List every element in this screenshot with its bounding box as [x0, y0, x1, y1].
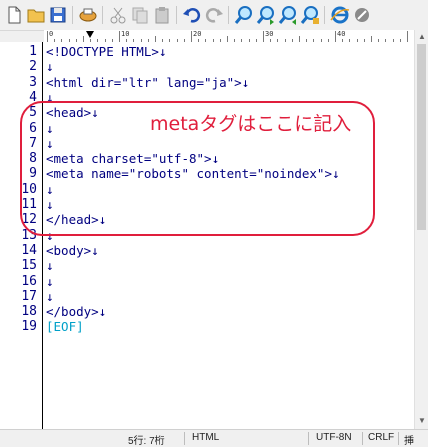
line-number: 14 [21, 242, 37, 258]
replace-icon[interactable] [300, 5, 320, 25]
line-number: 18 [21, 304, 37, 320]
scroll-up-icon[interactable]: ▲ [418, 32, 426, 41]
code-line[interactable]: ↓ [46, 258, 54, 273]
ruler-tick [335, 31, 336, 42]
code-line[interactable]: ↓ [46, 59, 54, 74]
line-number: 17 [21, 288, 37, 304]
search-prev-icon[interactable] [278, 5, 298, 25]
ruler-tick [47, 31, 48, 42]
code-line[interactable]: ↓ [46, 274, 54, 289]
open-folder-icon[interactable] [26, 5, 46, 25]
ruler-tick [263, 31, 264, 42]
code-line[interactable]: <html dir="ltr" lang="ja">↓ [46, 75, 249, 90]
ruler-tick [119, 31, 120, 42]
line-number: 19 [21, 319, 37, 335]
code-line[interactable]: ↓ [46, 289, 54, 304]
line-number: 16 [21, 273, 37, 289]
insert-mode[interactable]: 挿 [404, 432, 414, 447]
eof-marker[interactable]: [EOF] [46, 319, 84, 334]
cursor-position: 5行: 7桁 [128, 436, 165, 447]
undo-icon[interactable] [182, 5, 202, 25]
encoding[interactable]: UTF-8N [316, 432, 352, 443]
paste-icon[interactable] [152, 5, 172, 25]
ruler-label: 0 [49, 30, 54, 38]
status-bar: 5行: 7桁 HTML UTF-8N CRLF 挿 [0, 429, 428, 447]
ruler-label: 30 [265, 30, 274, 38]
ruler-label: 40 [337, 30, 346, 38]
settings-icon[interactable] [352, 5, 372, 25]
toolbar [0, 0, 428, 31]
browser-icon[interactable] [330, 5, 350, 25]
line-number: 2 [29, 59, 37, 75]
redo-icon[interactable] [204, 5, 224, 25]
newline-type[interactable]: CRLF [368, 432, 394, 443]
line-number: 1 [29, 44, 37, 59]
save-icon[interactable] [48, 5, 68, 25]
code-line[interactable]: <body>↓ [46, 243, 99, 258]
scroll-down-icon[interactable]: ▼ [418, 416, 426, 425]
search-icon[interactable] [234, 5, 254, 25]
annotation-label: metaタグはここに記入 [150, 113, 352, 135]
line-number-gutter: 1 2 3 4 5 6 7 8 9 10 11 12 13 14 15 16 17 18 19 [0, 42, 42, 429]
line-number: 15 [21, 258, 37, 274]
file-mode[interactable]: HTML [192, 432, 219, 443]
new-file-icon[interactable] [4, 5, 24, 25]
ruler-tick [407, 31, 408, 42]
print-icon[interactable] [78, 5, 98, 25]
ruler-tick [191, 31, 192, 42]
copy-icon[interactable] [130, 5, 150, 25]
cut-icon[interactable] [108, 5, 128, 25]
search-next-icon[interactable] [256, 5, 276, 25]
code-line[interactable]: </body>↓ [46, 304, 106, 319]
code-line[interactable]: <!DOCTYPE HTML>↓ [46, 44, 166, 59]
vertical-scrollbar[interactable]: ▲ ▼ [414, 30, 428, 429]
scrollbar-thumb[interactable] [417, 44, 426, 230]
ruler-caret-marker [86, 31, 95, 38]
ruler-label: 10 [121, 30, 130, 38]
ruler-label: 20 [193, 30, 202, 38]
line-number: 3 [29, 74, 37, 90]
